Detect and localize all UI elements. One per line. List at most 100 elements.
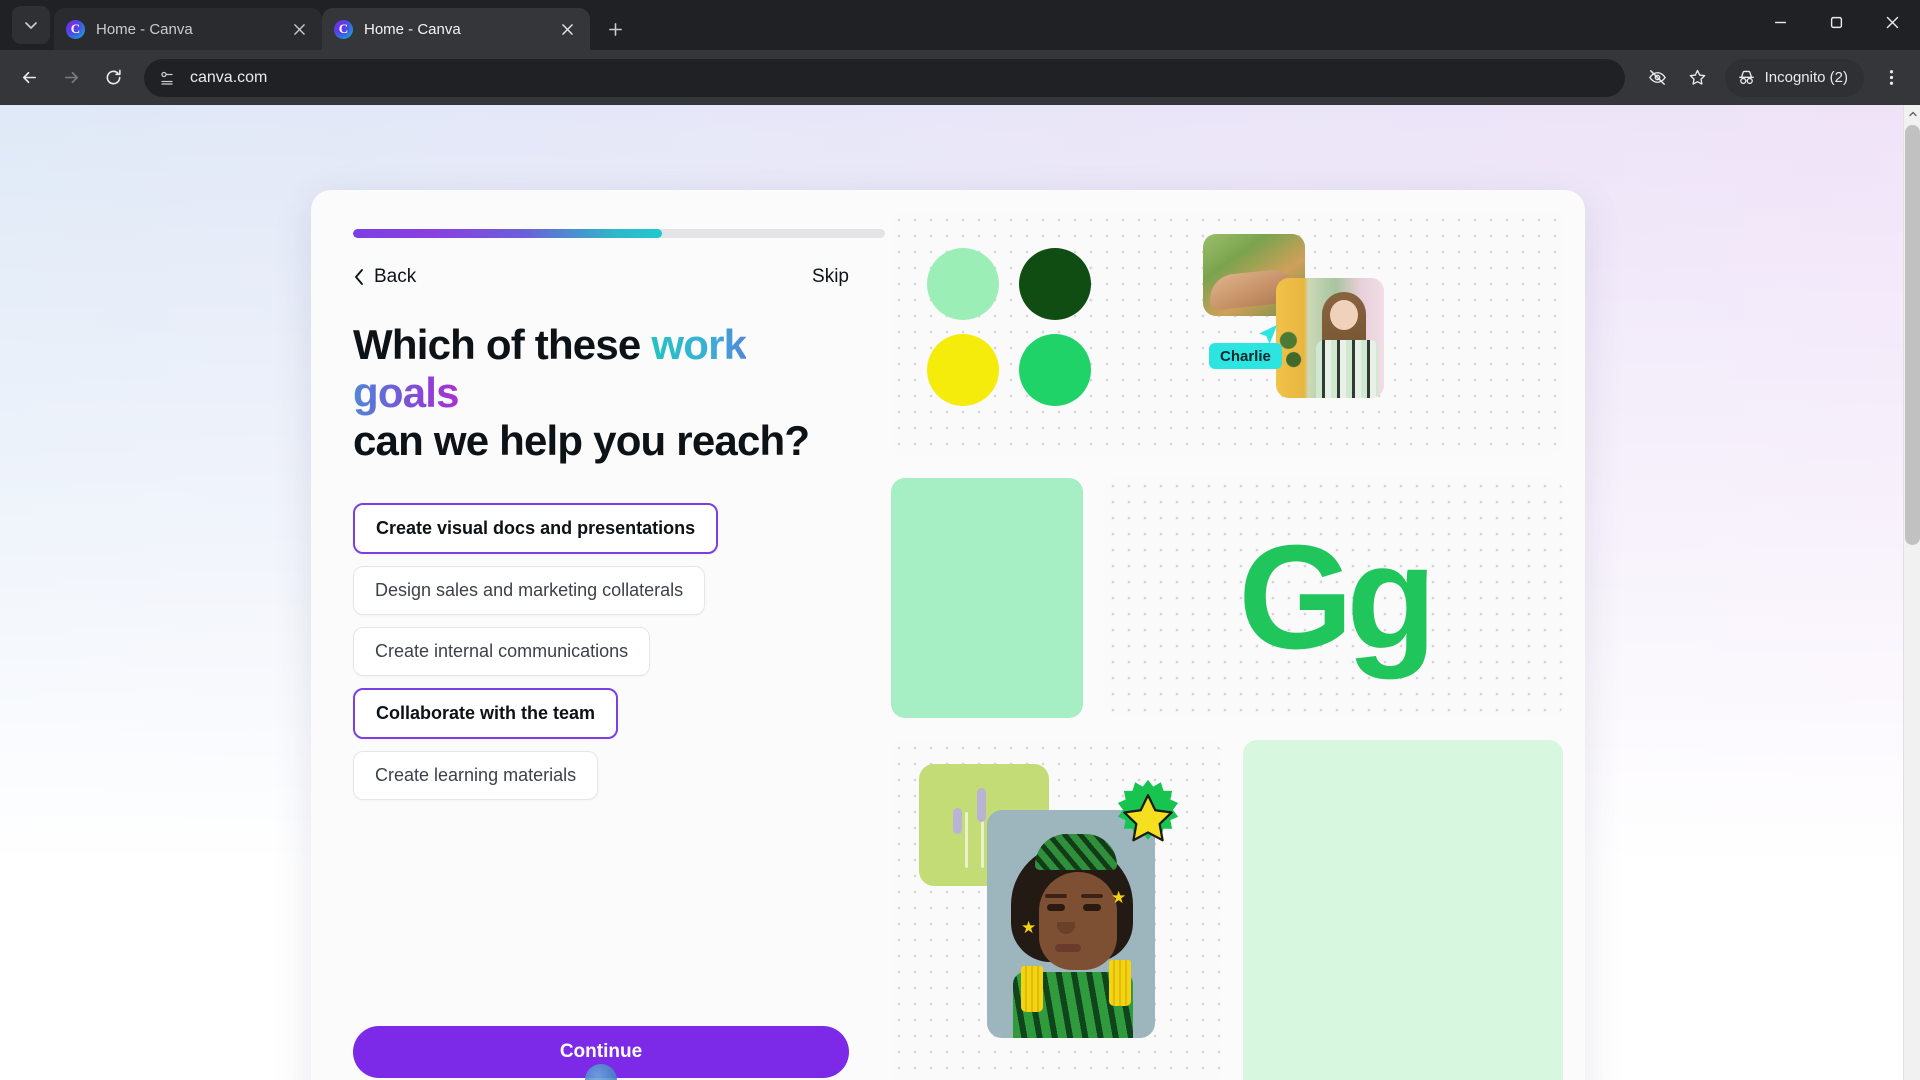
canva-favicon: C [334, 19, 353, 39]
portrait-lips [1055, 944, 1081, 952]
incognito-label: Incognito (2) [1764, 69, 1848, 86]
scroll-up-arrow[interactable] [1904, 105, 1920, 122]
page-scrollbar[interactable] [1903, 105, 1920, 1080]
photo-person-thumbnail [1276, 278, 1384, 398]
goal-option-5[interactable]: Create learning materials [353, 750, 599, 800]
lavender-spike [977, 788, 986, 822]
goal-option-1[interactable]: Create visual docs and presentations [353, 502, 719, 554]
forward-button[interactable] [52, 59, 90, 97]
incognito-profile-chip[interactable]: Incognito (2) [1724, 58, 1864, 97]
preview-row-bottom: ★ ★ [891, 740, 1563, 1080]
preview-card-pale [1243, 740, 1563, 1080]
maximize-icon [1830, 16, 1842, 28]
window-close-button[interactable] [1864, 0, 1920, 44]
back-button[interactable] [10, 59, 48, 97]
continue-area: Continue [353, 1026, 849, 1080]
person-shirt [1316, 340, 1378, 398]
chevron-down-icon [25, 22, 37, 29]
plus-icon [608, 22, 622, 36]
portrait-brow [1045, 894, 1067, 898]
preview-card-portrait: ★ ★ [891, 740, 1221, 1080]
color-swatch-grid [927, 248, 1091, 406]
tab-close-button[interactable] [556, 18, 578, 40]
star-icon [1689, 69, 1706, 85]
reload-icon [106, 69, 121, 85]
collaborator-name-chip: Charlie [1209, 343, 1282, 369]
scrollbar-thumb[interactable] [1905, 125, 1920, 545]
url-text: canva.com [190, 68, 268, 86]
tab-strip: C Home - Canva C Home - Canva [0, 0, 1920, 50]
color-swatch-2 [1019, 248, 1091, 320]
star-sticker-small: ★ [1021, 918, 1037, 937]
preview-card-swatches: Charlie [891, 212, 1563, 456]
site-settings-icon[interactable] [154, 65, 180, 91]
preview-row-middle: Gg [891, 478, 1563, 718]
portrait-earring [1109, 960, 1131, 1006]
chevron-up-icon [1908, 111, 1917, 116]
tab-search-button[interactable] [12, 6, 50, 44]
goal-option-4[interactable]: Collaborate with the team [353, 687, 619, 739]
reload-button[interactable] [94, 59, 132, 97]
headline-lead: Which of these [353, 321, 652, 368]
portrait-earring [1021, 966, 1043, 1012]
page-viewport: Back Skip Which of these work goals can … [0, 105, 1920, 1080]
goal-option-3[interactable]: Create internal communications [353, 626, 651, 676]
pane-header: Back Skip [353, 266, 849, 288]
portrait-brow [1081, 894, 1103, 898]
close-icon [561, 23, 573, 35]
goal-options-list: Create visual docs and presentations Desi… [353, 502, 849, 800]
flower-stem [965, 812, 968, 868]
incognito-icon [1738, 70, 1754, 85]
chevron-left-icon [355, 269, 363, 285]
tracking-protection-button[interactable] [1639, 59, 1677, 97]
address-bar[interactable]: canva.com [144, 58, 1625, 97]
person-face [1330, 300, 1358, 330]
eye-slash-icon [1649, 70, 1666, 85]
preview-row-top: Charlie [891, 212, 1563, 456]
headline-tail: can we help you reach? [353, 416, 810, 464]
back-link[interactable]: Back [353, 266, 416, 288]
tab-title: Home - Canva [364, 20, 461, 38]
star-sticker-small: ★ [1111, 888, 1127, 907]
onboarding-modal: Back Skip Which of these work goals can … [311, 190, 1585, 1080]
maximize-button[interactable] [1808, 0, 1864, 44]
page-title: Which of these work goals can we help yo… [353, 321, 849, 465]
browser-tab-active[interactable]: C Home - Canva [322, 8, 590, 50]
preview-card-mint [891, 478, 1083, 718]
browser-toolbar: canva.com Incognito (2) [0, 50, 1920, 105]
browser-window: C Home - Canva C Home - Canva canva.com … [0, 0, 1920, 1080]
window-controls [1752, 0, 1920, 44]
onboarding-left-pane: Back Skip Which of these work goals can … [311, 190, 891, 1080]
portrait-face [1039, 872, 1117, 970]
color-swatch-4 [1019, 334, 1091, 406]
portrait-eye [1083, 904, 1101, 911]
sliders-icon [161, 71, 173, 85]
preview-card-typography: Gg [1105, 478, 1563, 718]
three-dot-menu-icon [1889, 70, 1893, 85]
window-close-icon [1886, 16, 1898, 28]
toolbar-actions: Incognito (2) [1639, 58, 1910, 97]
lavender-spike [953, 808, 962, 834]
browser-menu-button[interactable] [1872, 59, 1910, 97]
onboarding-preview-pane: Charlie Gg ★ ★ [891, 190, 1585, 1080]
progress-bar-fill [353, 229, 662, 238]
skip-link[interactable]: Skip [812, 266, 849, 288]
goal-option-2[interactable]: Design sales and marketing collaterals [353, 565, 706, 615]
tab-close-button[interactable] [288, 18, 310, 40]
leaf-decor [1278, 326, 1304, 374]
bookmark-button[interactable] [1679, 59, 1717, 97]
progress-bar-track [353, 229, 885, 238]
letter-sample: Gg [1238, 515, 1437, 680]
star-badge-sticker [1117, 779, 1179, 842]
portrait-eye [1047, 904, 1065, 911]
back-arrow-icon [22, 71, 36, 84]
new-tab-button[interactable] [598, 12, 632, 46]
canva-favicon: C [66, 19, 85, 39]
minimize-button[interactable] [1752, 0, 1808, 44]
close-icon [293, 23, 305, 35]
browser-tab[interactable]: C Home - Canva [54, 8, 322, 50]
color-swatch-3 [927, 334, 999, 406]
tab-title: Home - Canva [96, 20, 193, 38]
back-label: Back [374, 266, 417, 287]
minimize-icon [1774, 21, 1786, 23]
